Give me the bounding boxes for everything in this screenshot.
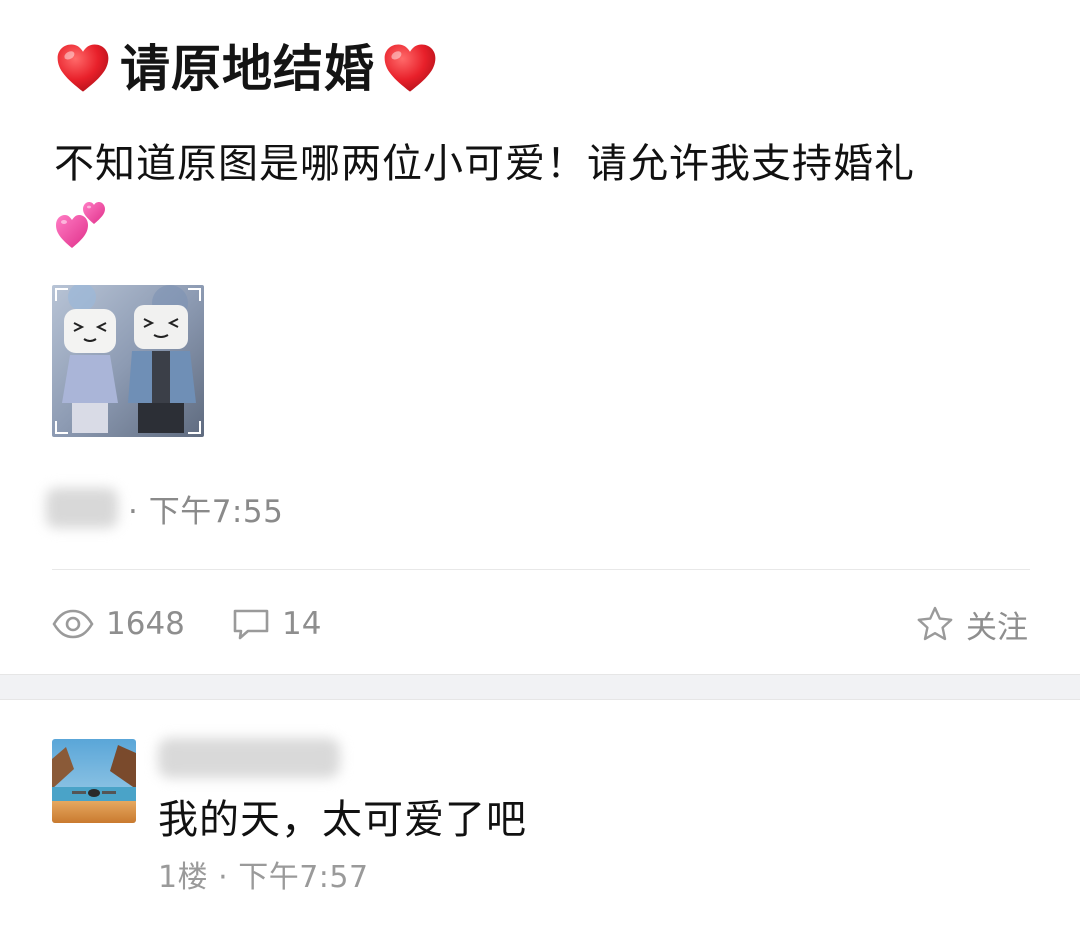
post-stats: 1648 14 关注 bbox=[52, 600, 1030, 648]
blurred-author-name bbox=[46, 488, 118, 528]
post-photo-thumbnail[interactable] bbox=[52, 285, 204, 437]
eye-icon bbox=[52, 609, 94, 639]
section-gap bbox=[0, 674, 1080, 700]
red-heart-icon bbox=[384, 44, 436, 92]
landscape-avatar-image bbox=[52, 739, 136, 823]
comments-count: 14 bbox=[282, 606, 322, 642]
comment-bubble-icon bbox=[233, 609, 269, 640]
post-time: · 下午7:55 bbox=[128, 493, 284, 530]
views-stat: 1648 bbox=[52, 600, 185, 648]
two-hearts-icon bbox=[56, 202, 105, 248]
blurred-commenter-name bbox=[158, 738, 340, 778]
comments-stat[interactable]: 14 bbox=[232, 600, 321, 648]
post-body: 不知道原图是哪两位小可爱！请允许我支持婚礼 bbox=[54, 141, 915, 187]
star-icon bbox=[917, 606, 953, 641]
post-title: 请原地结婚 bbox=[120, 40, 375, 98]
avatar[interactable] bbox=[52, 739, 136, 823]
comment-item: 我的天，太可爱了吧 1楼 · 下午7:57 bbox=[0, 700, 1080, 927]
comment-text: 我的天，太可爱了吧 bbox=[158, 797, 527, 843]
post-card: 请原地结婚 不知道原图是哪两位小可爱！请允许我支持婚礼 · 下午7:55 164… bbox=[0, 0, 1080, 674]
divider bbox=[52, 569, 1030, 570]
follow-button[interactable]: 关注 bbox=[916, 600, 1028, 648]
comment-meta: 1楼 · 下午7:57 bbox=[158, 860, 369, 895]
post-title-row: 请原地结婚 bbox=[54, 36, 439, 102]
follow-label: 关注 bbox=[966, 609, 1028, 646]
plush-dolls-photo bbox=[52, 285, 204, 437]
post-meta: · 下午7:55 bbox=[46, 486, 283, 530]
views-count: 1648 bbox=[106, 606, 185, 642]
red-heart-icon bbox=[57, 44, 109, 92]
